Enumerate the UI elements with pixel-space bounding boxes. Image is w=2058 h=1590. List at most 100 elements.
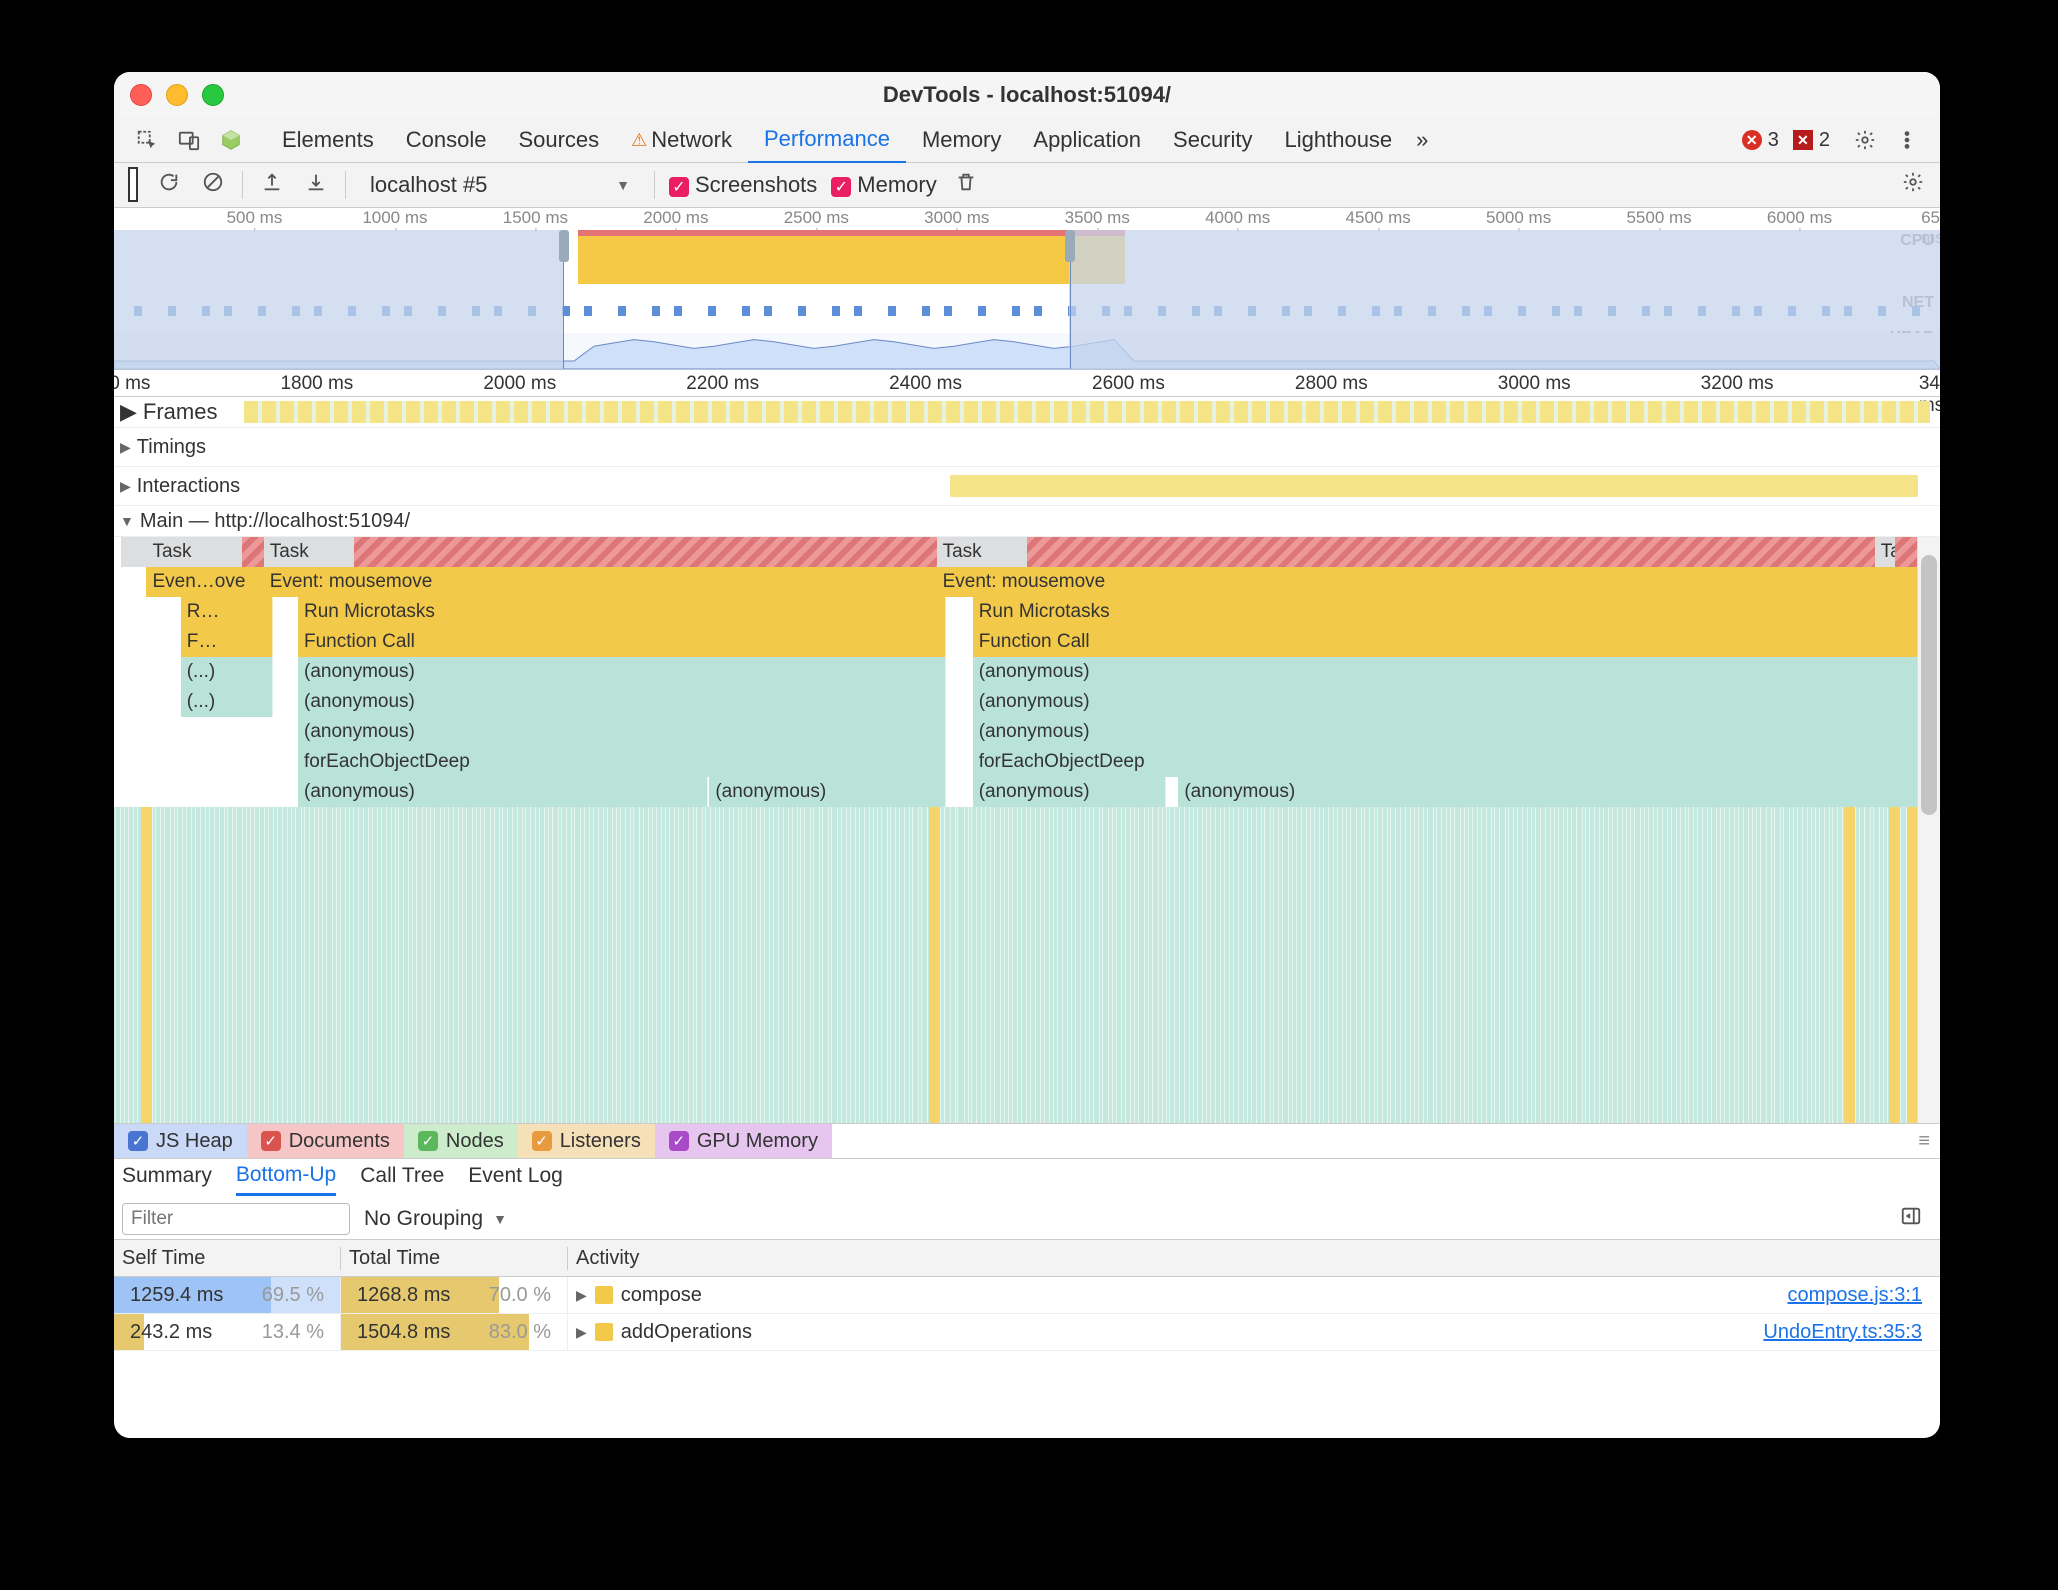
zoom-window-button[interactable] xyxy=(202,84,224,106)
documents-toggle[interactable]: ✓Documents xyxy=(247,1124,404,1158)
devtools-tabbar: Elements Console Sources Network Perform… xyxy=(114,118,1940,163)
anonymous-segment[interactable]: (anonymous) xyxy=(973,657,1931,687)
listeners-toggle[interactable]: ✓Listeners xyxy=(518,1124,655,1158)
anonymous-segment[interactable]: (anonymous) xyxy=(298,657,946,687)
memory-legend: ✓JS Heap ✓Documents ✓Nodes ✓Listeners ✓G… xyxy=(114,1124,1940,1159)
blocked-count[interactable]: ✕2 xyxy=(1793,129,1830,152)
main-track-label: Main — http://localhost:51094/ xyxy=(140,510,410,533)
minimize-window-button[interactable] xyxy=(166,84,188,106)
timings-track-label: Timings xyxy=(137,436,206,459)
frames-track-label: Frames xyxy=(143,399,218,425)
event-segment[interactable]: Even…ove xyxy=(146,567,273,597)
overview-tick: 1500 ms xyxy=(503,208,568,228)
recording-select[interactable]: localhost #5 ▼ xyxy=(360,172,640,198)
anonymous-segment[interactable]: (anonymous) xyxy=(298,687,946,717)
screenshots-toggle[interactable]: ✓Screenshots xyxy=(669,172,817,198)
source-link[interactable]: compose.js:3:1 xyxy=(1787,1284,1932,1307)
calltree-tab[interactable]: Call Tree xyxy=(360,1164,444,1194)
garbage-collect-icon[interactable] xyxy=(951,171,981,199)
interactions-track-label: Interactions xyxy=(137,475,240,498)
event-segment[interactable]: Event: mousemove xyxy=(264,567,946,597)
function-call-segment[interactable]: Function Call xyxy=(973,627,1852,657)
summary-tab[interactable]: Summary xyxy=(122,1164,212,1194)
kebab-menu-icon[interactable] xyxy=(1886,129,1928,151)
load-profile-icon[interactable] xyxy=(257,171,287,199)
task-segment[interactable]: Task xyxy=(937,537,1040,567)
overview-timeline[interactable]: 500 ms1000 ms1500 ms2000 ms2500 ms3000 m… xyxy=(114,208,1940,370)
tab-console[interactable]: Console xyxy=(390,118,503,162)
overview-tick: 5500 ms xyxy=(1626,208,1691,228)
task-segment[interactable]: Task xyxy=(264,537,367,567)
eventlog-tab[interactable]: Event Log xyxy=(468,1164,563,1194)
gpu-toggle[interactable]: ✓GPU Memory xyxy=(655,1124,832,1158)
nodes-toggle[interactable]: ✓Nodes xyxy=(404,1124,518,1158)
tab-application[interactable]: Application xyxy=(1017,118,1157,162)
selection-handle-right[interactable] xyxy=(1065,230,1075,262)
anonymous-segment[interactable]: (anonymous) xyxy=(973,777,1166,807)
expand-icon[interactable]: ▶ xyxy=(120,478,131,495)
col-total-time[interactable]: Total Time xyxy=(341,1247,568,1270)
inspect-icon[interactable] xyxy=(126,129,168,151)
capture-settings-icon[interactable] xyxy=(1898,171,1928,199)
task-segment[interactable]: Task xyxy=(146,537,255,567)
overview-tick: 2500 ms xyxy=(784,208,849,228)
foreach-segment[interactable]: forEachObjectDeep xyxy=(973,747,1931,777)
tab-memory[interactable]: Memory xyxy=(906,118,1017,162)
interaction-bar xyxy=(950,475,1918,497)
col-activity[interactable]: Activity xyxy=(568,1247,1940,1270)
foreach-segment[interactable]: forEachObjectDeep xyxy=(298,747,946,777)
anonymous-segment[interactable]: (anonymous) xyxy=(973,687,1931,717)
grouping-select[interactable]: No Grouping ▼ xyxy=(364,1207,507,1231)
expand-icon[interactable]: ▶ xyxy=(120,439,131,456)
microtasks-segment[interactable]: Run Microtasks xyxy=(973,597,1881,627)
long-task-marker xyxy=(1027,537,1888,567)
anonymous-segment[interactable]: (anonymous) xyxy=(973,717,1931,747)
filter-input[interactable] xyxy=(122,1203,350,1235)
more-tabs-button[interactable]: » xyxy=(1408,118,1436,162)
memory-toggle[interactable]: ✓Memory xyxy=(831,172,936,198)
settings-icon[interactable] xyxy=(1844,129,1886,151)
save-profile-icon[interactable] xyxy=(301,171,331,199)
overview-tick: 500 ms xyxy=(227,208,283,228)
vertical-scrollbar[interactable] xyxy=(1917,537,1940,1124)
tab-sources[interactable]: Sources xyxy=(502,118,615,162)
tab-network[interactable]: Network xyxy=(615,118,748,162)
table-row[interactable]: 1259.4 ms69.5 %1268.8 ms70.0 %▶ composec… xyxy=(114,1277,1940,1314)
anonymous-segment[interactable]: (anonymous) xyxy=(1178,777,1931,807)
long-task-marker xyxy=(354,537,946,567)
device-toggle-icon[interactable] xyxy=(168,129,210,151)
cube-icon[interactable] xyxy=(210,129,252,151)
col-self-time[interactable]: Self Time xyxy=(114,1247,341,1270)
close-window-button[interactable] xyxy=(130,84,152,106)
tab-elements[interactable]: Elements xyxy=(266,118,390,162)
table-row[interactable]: 243.2 ms13.4 %1504.8 ms83.0 %▶ addOperat… xyxy=(114,1314,1940,1351)
reload-record-button[interactable] xyxy=(154,171,184,199)
record-button[interactable] xyxy=(126,172,140,198)
expand-icon[interactable]: ▶ xyxy=(120,399,137,425)
selection-handle-left[interactable] xyxy=(559,230,569,262)
anonymous-segment[interactable]: (anonymous) xyxy=(298,717,946,747)
clear-button[interactable] xyxy=(198,171,228,199)
window-titlebar: DevTools - localhost:51094/ xyxy=(114,72,1940,118)
tab-performance[interactable]: Performance xyxy=(748,117,906,164)
event-segment[interactable]: Event: mousemove xyxy=(937,567,1888,597)
collapse-icon[interactable]: ▼ xyxy=(120,513,134,529)
bottom-panel: Summary Bottom-Up Call Tree Event Log No… xyxy=(114,1159,1940,1438)
anonymous-segment[interactable]: (anonymous) xyxy=(298,777,708,807)
source-link[interactable]: UndoEntry.ts:35:3 xyxy=(1763,1321,1932,1344)
tab-security[interactable]: Security xyxy=(1157,118,1268,162)
memory-menu-icon[interactable]: ≡ xyxy=(1918,1130,1940,1153)
panel-collapse-icon[interactable] xyxy=(1900,1205,1932,1233)
error-count[interactable]: ✕3 xyxy=(1742,129,1779,152)
jsheap-toggle[interactable]: ✓JS Heap xyxy=(114,1124,247,1158)
microtasks-segment[interactable]: R… xyxy=(181,597,273,627)
flamechart-area[interactable]: 1600 ms1800 ms2000 ms2200 ms2400 ms2600 … xyxy=(114,370,1940,1124)
anonymous-segment[interactable]: (anonymous) xyxy=(709,777,946,807)
function-call-segment[interactable]: F… xyxy=(181,627,273,657)
microtasks-segment[interactable]: Run Microtasks xyxy=(298,597,946,627)
function-call-segment[interactable]: Function Call xyxy=(298,627,946,657)
bottomup-tab[interactable]: Bottom-Up xyxy=(236,1163,336,1196)
overview-tick: 3500 ms xyxy=(1065,208,1130,228)
devtools-window: DevTools - localhost:51094/ Elements Con… xyxy=(114,72,1940,1438)
tab-lighthouse[interactable]: Lighthouse xyxy=(1269,118,1409,162)
